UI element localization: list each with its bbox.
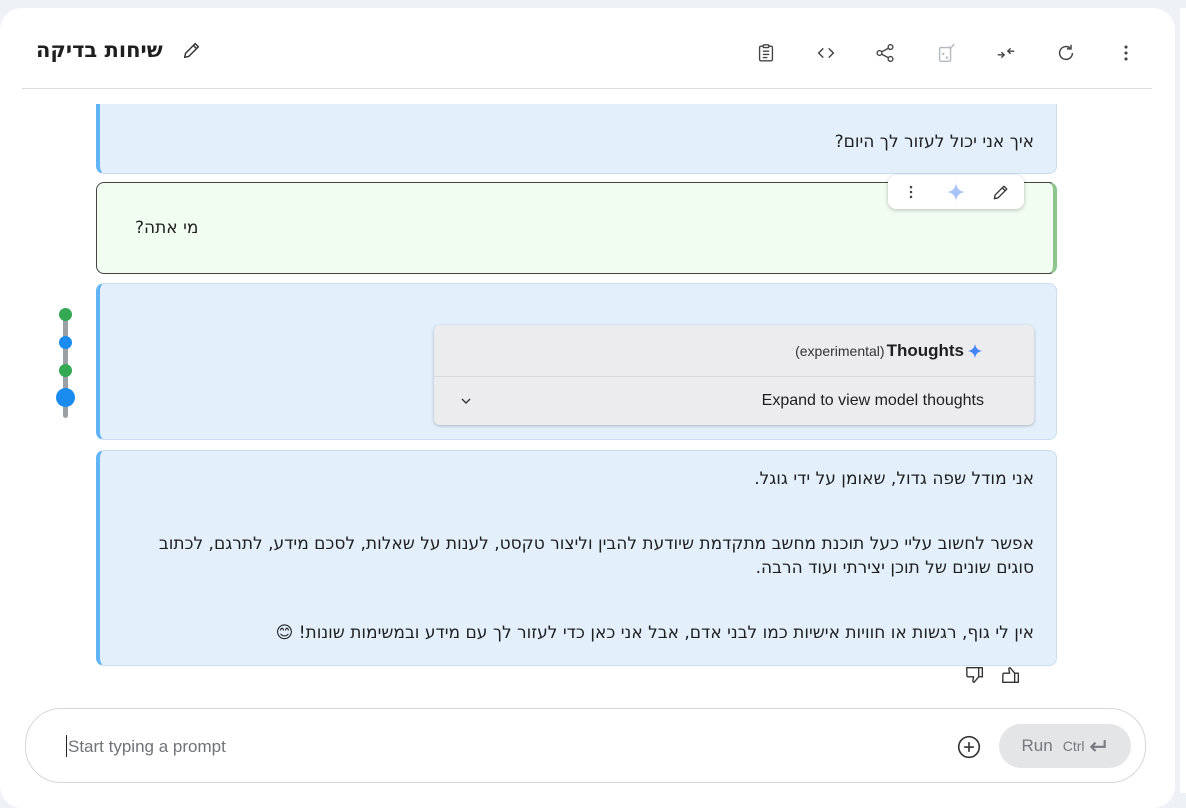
code-icon[interactable] bbox=[812, 39, 840, 67]
header-divider bbox=[22, 88, 1152, 89]
model-message: איך אני יכול לעזור לך היום? bbox=[96, 104, 1057, 174]
header: שיחות בדיקה bbox=[0, 8, 1150, 88]
expand-thoughts-label: Expand to view model thoughts bbox=[761, 391, 984, 409]
thoughts-panel: (experimental) Thoughts Expand to view m… bbox=[434, 325, 1034, 425]
thoughts-tag: (experimental) bbox=[795, 342, 885, 359]
right-edge bbox=[1180, 8, 1186, 793]
conversation-timeline bbox=[56, 308, 76, 420]
compress-icon[interactable] bbox=[992, 39, 1020, 67]
thumb-up-icon[interactable] bbox=[996, 660, 1026, 690]
message-paragraph: אני מודל שפה גדול, שאומן על ידי גוגל. bbox=[754, 469, 1034, 489]
prompt-bar: Run Ctrl bbox=[25, 708, 1146, 783]
thumb-down-icon[interactable] bbox=[960, 660, 990, 690]
message-text: איך אני יכול לעזור לך היום? bbox=[834, 132, 1034, 152]
page-title: שיחות בדיקה bbox=[36, 38, 163, 62]
timeline-dot-user[interactable] bbox=[59, 308, 72, 321]
chevron-down-icon bbox=[458, 393, 474, 409]
share-icon[interactable] bbox=[871, 39, 899, 67]
message-paragraph: אין לי גוף, רגשות או חוויות אישיות כמו ל… bbox=[275, 623, 1034, 643]
run-label: Run bbox=[1021, 736, 1053, 755]
model-message: אני מודל שפה גדול, שאומן על ידי גוגל. אפ… bbox=[96, 450, 1057, 666]
title-area: שיחות בדיקה bbox=[36, 38, 203, 62]
refresh-icon[interactable] bbox=[1052, 39, 1080, 67]
main-panel: שיחות בדיקה איך אני יכול לעזור לך היום? … bbox=[0, 8, 1175, 808]
chat-area: איך אני יכול לעזור לך היום? מי אתה? (exp… bbox=[0, 104, 1130, 704]
enter-icon bbox=[1090, 740, 1107, 752]
prompt-input[interactable] bbox=[66, 733, 890, 761]
timeline-dot-model[interactable] bbox=[59, 336, 72, 349]
sparkle-icon[interactable] bbox=[941, 177, 971, 207]
shortcut-label: Ctrl bbox=[1062, 738, 1085, 754]
text-caret bbox=[66, 735, 67, 757]
thoughts-title: Thoughts bbox=[886, 340, 964, 360]
compare-icon[interactable] bbox=[932, 39, 960, 67]
run-button[interactable]: Run Ctrl bbox=[999, 724, 1131, 768]
edit-icon[interactable] bbox=[986, 177, 1016, 207]
add-media-icon[interactable] bbox=[956, 734, 982, 760]
timeline-dot-user[interactable] bbox=[59, 364, 72, 377]
clipboard-icon[interactable] bbox=[752, 39, 780, 67]
edit-title-icon[interactable] bbox=[181, 39, 203, 61]
sparkle-icon bbox=[966, 342, 984, 360]
expand-thoughts-button[interactable]: Expand to view model thoughts bbox=[434, 377, 1034, 424]
thoughts-header: (experimental) Thoughts bbox=[434, 325, 1034, 377]
more-vert-icon[interactable] bbox=[1112, 39, 1140, 67]
message-actions-toolbar bbox=[888, 175, 1024, 209]
message-paragraph: אפשר לחשוב עליי כעל תוכנת מחשב מתקדמת שי… bbox=[158, 534, 1034, 578]
message-text: מי אתה? bbox=[135, 218, 199, 238]
run-shortcut: Ctrl bbox=[1063, 738, 1109, 754]
timeline-dot-model-current[interactable] bbox=[56, 388, 75, 407]
more-vert-icon[interactable] bbox=[896, 177, 926, 207]
